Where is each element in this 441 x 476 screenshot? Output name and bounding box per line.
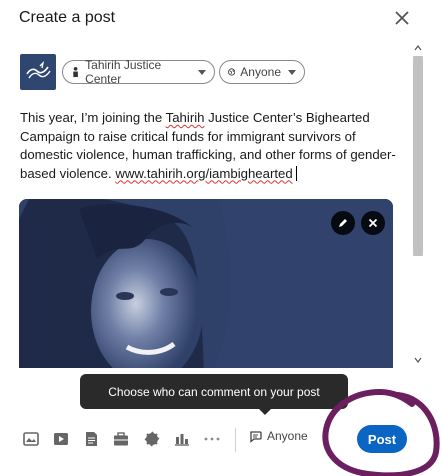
dialog-header: Create a post bbox=[0, 0, 441, 40]
chevron-down-icon bbox=[198, 69, 206, 75]
globe-icon bbox=[228, 68, 236, 76]
composer-toolbar: Anyone Post bbox=[0, 420, 441, 460]
poll-icon[interactable] bbox=[171, 428, 193, 450]
post-link[interactable]: www.tahirih.org/iambighearted bbox=[115, 166, 292, 181]
organization-logo bbox=[20, 54, 56, 90]
text-cursor bbox=[295, 165, 297, 181]
tooltip-arrow bbox=[257, 407, 273, 415]
tooltip-text: Choose who can comment on your post bbox=[108, 384, 320, 399]
toolbar-divider bbox=[235, 428, 236, 452]
comment-setting-label: Anyone bbox=[267, 429, 308, 443]
misspelled-word: Tahirih bbox=[165, 110, 205, 125]
comment-icon bbox=[250, 430, 262, 443]
attached-photo bbox=[19, 199, 393, 368]
post-button[interactable]: Post bbox=[357, 425, 407, 453]
post-text-editor[interactable]: This year, I’m joining the Tahirih Justi… bbox=[20, 109, 400, 183]
org-selector-label: Tahirih Justice Center bbox=[85, 58, 162, 86]
briefcase-icon[interactable] bbox=[110, 428, 132, 450]
document-icon[interactable] bbox=[80, 428, 102, 450]
org-selector-button[interactable]: Tahirih Justice Center bbox=[62, 58, 215, 86]
scroll-down-icon[interactable] bbox=[414, 356, 422, 364]
scroll-up-icon[interactable] bbox=[414, 44, 422, 52]
badge-icon[interactable] bbox=[141, 428, 163, 450]
scroll-thumb[interactable] bbox=[413, 56, 423, 256]
person-icon bbox=[73, 66, 78, 78]
tooltip: Choose who can comment on your post bbox=[80, 374, 348, 409]
visibility-label: Anyone bbox=[240, 65, 281, 79]
close-icon[interactable] bbox=[392, 8, 412, 28]
comment-setting-button[interactable]: Anyone bbox=[249, 429, 308, 443]
remove-photo-icon[interactable] bbox=[361, 211, 385, 235]
video-icon[interactable] bbox=[50, 428, 72, 450]
post-text-part: This year, I’m joining the bbox=[20, 110, 166, 125]
chevron-down-icon bbox=[288, 69, 296, 75]
visibility-selector-button[interactable]: Anyone bbox=[219, 60, 305, 84]
scrollbar[interactable] bbox=[412, 42, 424, 368]
dialog-title: Create a post bbox=[19, 9, 116, 26]
post-composer[interactable]: Tahirih Justice Center Anyone This year,… bbox=[0, 42, 408, 368]
more-icon[interactable] bbox=[201, 428, 223, 450]
pencil-icon[interactable] bbox=[331, 211, 355, 235]
photo-icon[interactable] bbox=[20, 428, 42, 450]
